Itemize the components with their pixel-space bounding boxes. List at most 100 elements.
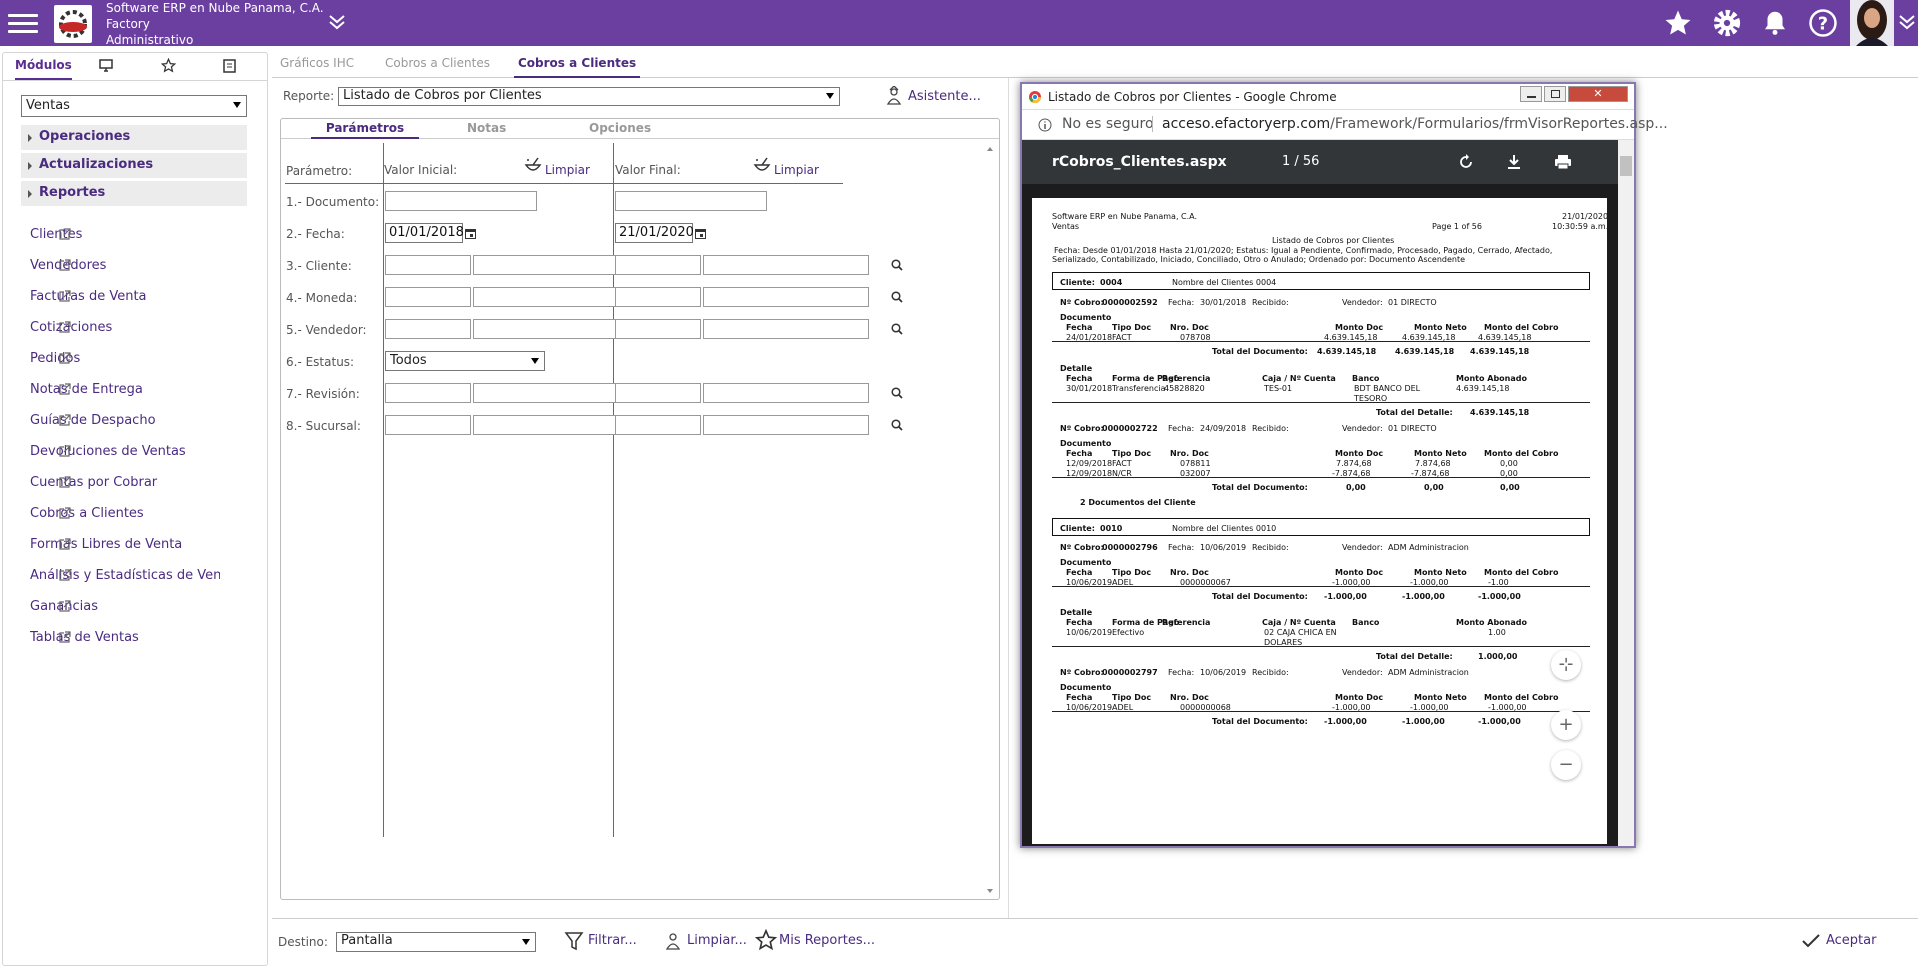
external-link-icon[interactable] <box>58 321 248 334</box>
code-initial-input[interactable] <box>385 319 471 339</box>
external-link-icon[interactable] <box>58 600 248 613</box>
zoom-out-icon[interactable]: − <box>1551 750 1581 780</box>
panel-tabs: Parámetros Notas Opciones <box>281 119 999 139</box>
external-link-icon[interactable] <box>58 569 248 582</box>
search-icon[interactable] <box>891 419 903 431</box>
user-avatar[interactable] <box>1850 0 1894 46</box>
wizard-button[interactable]: Asistente... <box>884 86 984 108</box>
close-icon[interactable]: ✕ <box>1568 86 1628 102</box>
sidebar-item[interactable]: Clientes <box>30 227 252 247</box>
sidebar-item[interactable]: Guías de Despacho <box>30 413 252 433</box>
documento-initial-input[interactable] <box>385 191 537 211</box>
bell-icon[interactable] <box>1760 8 1790 38</box>
sidebar-item[interactable]: Notas de Entrega <box>30 382 252 402</box>
external-link-icon[interactable] <box>58 445 248 458</box>
external-link-icon[interactable] <box>58 414 248 427</box>
tab-modulos[interactable]: Módulos <box>15 58 72 80</box>
pdf-address-bar[interactable]: No es seguro acceso.efactoryerp.com/Fram… <box>1022 110 1668 140</box>
star-icon[interactable] <box>161 58 176 80</box>
tab-opciones[interactable]: Opciones <box>589 121 651 135</box>
zoom-in-icon[interactable]: + <box>1551 710 1581 740</box>
star-icon[interactable] <box>1663 8 1693 38</box>
hamburger-menu-icon[interactable] <box>8 9 38 37</box>
rotate-icon[interactable] <box>1458 154 1474 170</box>
external-link-icon[interactable] <box>58 507 248 520</box>
sidebar-item[interactable]: Facturas de Venta <box>30 289 252 309</box>
code-initial-input[interactable] <box>385 255 471 275</box>
sidebar-item[interactable]: Cuentas por Cobrar <box>30 475 252 495</box>
sidebar-item[interactable]: Cobros a Clientes <box>30 506 252 526</box>
report-text: Tipo Doc <box>1112 568 1152 577</box>
desc-final-input[interactable] <box>703 255 869 275</box>
fecha-final-input[interactable]: 21/01/2020 <box>615 223 694 243</box>
documento-final-input[interactable] <box>615 191 767 211</box>
report-text: Nro. Doc <box>1170 323 1209 332</box>
module-select[interactable]: Ventas <box>21 95 247 117</box>
tab-parametros[interactable]: Parámetros <box>311 121 419 139</box>
desc-final-input[interactable] <box>703 319 869 339</box>
calendar-icon[interactable] <box>465 228 476 239</box>
search-icon[interactable] <box>891 259 903 271</box>
code-final-input[interactable] <box>615 287 701 307</box>
sidebar-item[interactable]: Devoluciones de Ventas <box>30 444 252 464</box>
sidebar-item[interactable]: Pedidos <box>30 351 252 371</box>
group-reportes[interactable]: Reportes <box>21 181 247 207</box>
code-final-input[interactable] <box>615 319 701 339</box>
desc-final-input[interactable] <box>703 287 869 307</box>
search-icon[interactable] <box>891 387 903 399</box>
tab-cobros-clientes-2[interactable]: Cobros a Clientes <box>514 56 641 78</box>
code-initial-input[interactable] <box>385 287 471 307</box>
pdf-page-counter: 1 / 56 <box>1282 154 1320 169</box>
sidebar-item[interactable]: Vendedores <box>30 258 252 278</box>
code-initial-input[interactable] <box>385 415 471 435</box>
external-link-icon[interactable] <box>58 228 248 241</box>
search-icon[interactable] <box>891 291 903 303</box>
clear-final-button[interactable]: Limpiar <box>753 157 833 181</box>
note-icon[interactable] <box>223 59 236 81</box>
external-link-icon[interactable] <box>58 290 248 303</box>
desc-final-input[interactable] <box>703 415 869 435</box>
chevron-down-icon[interactable] <box>327 12 347 32</box>
external-link-icon[interactable] <box>58 352 248 365</box>
sidebar-item[interactable]: Análisis y Estadísticas de Ventas <box>30 568 252 588</box>
desc-final-input[interactable] <box>703 383 869 403</box>
fit-page-icon[interactable]: ⊹ <box>1551 650 1581 680</box>
code-final-input[interactable] <box>615 383 701 403</box>
sidebar-item[interactable]: Formas Libres de Venta <box>30 537 252 557</box>
panel-scrollbar[interactable] <box>984 143 996 897</box>
code-final-input[interactable] <box>615 415 701 435</box>
external-link-icon[interactable] <box>58 383 248 396</box>
tab-cobros-clientes-1[interactable]: Cobros a Clientes <box>385 56 490 70</box>
sidebar-item[interactable]: Ganancias <box>30 599 252 619</box>
external-link-icon[interactable] <box>58 259 248 272</box>
tab-graficos-ihc[interactable]: Gráficos IHC <box>280 56 354 70</box>
help-icon[interactable]: ? <box>1808 8 1838 38</box>
group-operaciones[interactable]: Operaciones <box>21 125 247 151</box>
search-icon[interactable] <box>891 323 903 335</box>
chevron-down-icon[interactable] <box>1898 12 1916 32</box>
report-text: Ventas <box>1052 222 1080 231</box>
print-icon[interactable] <box>1554 154 1572 170</box>
external-link-icon[interactable] <box>58 538 248 551</box>
clear-initial-button[interactable]: Limpiar <box>524 157 604 181</box>
calendar-icon[interactable] <box>695 228 706 239</box>
external-link-icon[interactable] <box>58 476 248 489</box>
group-actualizaciones[interactable]: Actualizaciones <box>21 153 247 179</box>
minimize-button[interactable] <box>1520 86 1542 102</box>
sidebar-item[interactable]: Tablas de Ventas <box>30 630 252 650</box>
gear-icon[interactable] <box>1712 8 1742 38</box>
fecha-initial-input[interactable]: 01/01/2018 <box>385 223 464 243</box>
maximize-button[interactable] <box>1544 86 1566 102</box>
download-icon[interactable] <box>1506 154 1522 170</box>
pdf-scrollbar[interactable] <box>1618 140 1634 846</box>
external-link-icon[interactable] <box>58 631 248 644</box>
sidebar-item[interactable]: Cotizaciones <box>30 320 252 340</box>
monitor-icon[interactable] <box>99 59 113 81</box>
estatus-select[interactable]: Todos <box>385 351 545 371</box>
code-initial-input[interactable] <box>385 383 471 403</box>
code-final-input[interactable] <box>615 255 701 275</box>
tab-notas[interactable]: Notas <box>467 121 506 135</box>
report-select[interactable]: Listado de Cobros por Clientes <box>338 87 840 106</box>
info-icon[interactable] <box>1038 118 1052 132</box>
destino-select[interactable]: Pantalla <box>336 932 536 952</box>
